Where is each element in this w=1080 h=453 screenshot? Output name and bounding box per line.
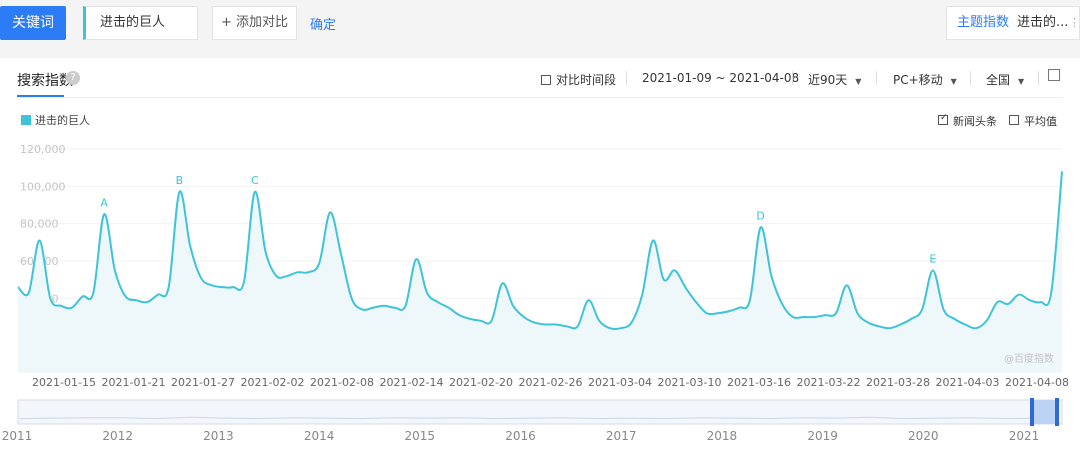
overview-year-label: 2020	[908, 429, 939, 443]
x-tick-label: 2021-02-20	[449, 376, 513, 389]
overview-handle-right[interactable]	[1055, 398, 1059, 426]
x-tick-label: 2021-02-14	[380, 376, 444, 389]
y-tick-label: 80,000	[20, 218, 59, 231]
x-tick-label: 2021-02-26	[519, 376, 583, 389]
y-tick-label: 120,000	[20, 143, 66, 156]
overview-year-label: 2012	[102, 429, 133, 443]
x-tick-label: 2021-03-16	[727, 376, 791, 389]
overview-window[interactable]	[1031, 400, 1058, 424]
x-tick-label: 2021-03-10	[658, 376, 722, 389]
peak-annotation-c[interactable]: C	[251, 174, 259, 187]
x-tick-label: 2021-03-28	[866, 376, 930, 389]
overview-year-label: 2017	[606, 429, 637, 443]
overview-track	[17, 399, 1063, 425]
x-tick-label: 2021-03-22	[797, 376, 861, 389]
x-tick-label: 2021-01-21	[102, 376, 166, 389]
x-tick-label: 2021-04-03	[936, 376, 1000, 389]
watermark: @百度指数	[1004, 352, 1054, 365]
overview-year-label: 2019	[807, 429, 838, 443]
series-area	[18, 171, 1062, 373]
overview-year-label: 2016	[505, 429, 536, 443]
overview-year-label: 2018	[707, 429, 738, 443]
overview-year-label: 2021	[1009, 429, 1040, 443]
peak-annotation-a[interactable]: A	[100, 196, 108, 209]
overview-handle-left[interactable]	[1030, 398, 1034, 426]
peak-annotation-e[interactable]: E	[929, 252, 936, 265]
x-tick-label: 2021-03-04	[588, 376, 652, 389]
overview-year-label: 2013	[203, 429, 234, 443]
x-tick-label: 2021-01-15	[32, 376, 96, 389]
chart-svg: 120,000100,00080,00060,00040,00020,000 A…	[2, 143, 1069, 443]
overview-year-label: 2011	[2, 429, 33, 443]
overview-year-label: 2015	[405, 429, 436, 443]
x-tick-label: 2021-04-08	[1005, 376, 1069, 389]
x-tick-label: 2021-02-08	[310, 376, 374, 389]
overview-year-label: 2014	[304, 429, 335, 443]
x-tick-label: 2021-01-27	[171, 376, 235, 389]
peak-annotation-b[interactable]: B	[176, 174, 184, 187]
x-tick-label: 2021-02-02	[241, 376, 305, 389]
peak-annotation-d[interactable]: D	[756, 209, 764, 222]
y-tick-label: 100,000	[20, 180, 66, 193]
